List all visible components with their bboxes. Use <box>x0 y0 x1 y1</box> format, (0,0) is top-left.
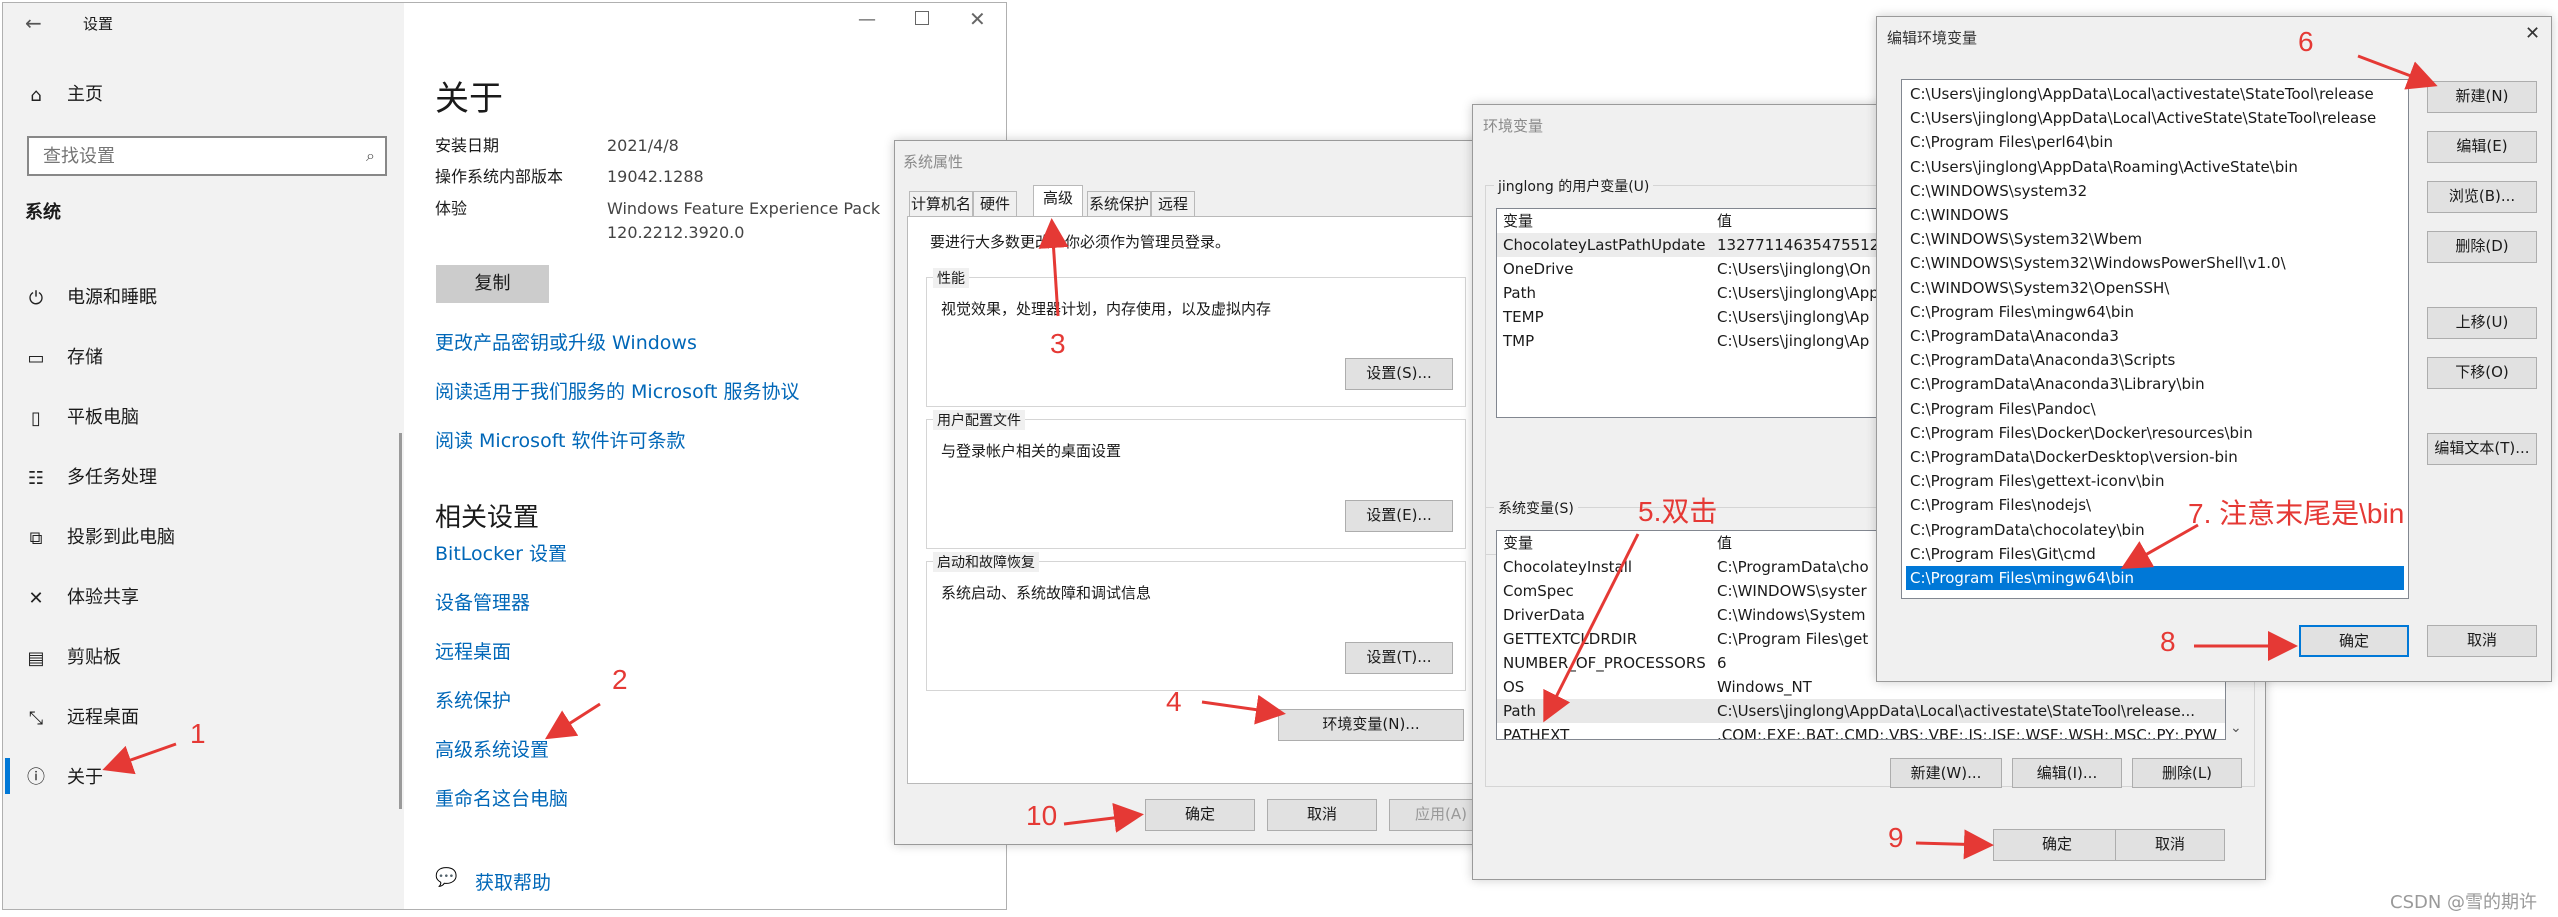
arrow-4 <box>1201 694 1286 725</box>
annotation-2: 2 <box>612 664 628 695</box>
annotation-6: 6 <box>2298 26 2314 57</box>
annotation-10: 10 <box>1026 800 1058 831</box>
annotation-3: 3 <box>1050 328 1066 359</box>
arrow-5 <box>1543 533 1640 723</box>
annotation-9: 9 <box>1888 822 1904 853</box>
arrow-9 <box>1915 829 1994 860</box>
watermark: CSDN @雪的期许 <box>2390 892 2538 913</box>
annotation-1: 1 <box>190 718 206 749</box>
arrow-6 <box>2357 54 2438 90</box>
annotation-8: 8 <box>2160 626 2176 657</box>
annotation-5: 5.双击 <box>1638 496 1718 527</box>
arrow-1 <box>102 742 177 775</box>
arrow-10 <box>1063 803 1144 833</box>
annotation-7: 7. 注意末尾是\bin <box>2188 498 2405 529</box>
annotation-4: 4 <box>1166 686 1182 717</box>
arrow-3 <box>1038 218 1069 317</box>
arrow-2 <box>544 702 601 740</box>
annotation-arrows <box>102 54 2438 860</box>
